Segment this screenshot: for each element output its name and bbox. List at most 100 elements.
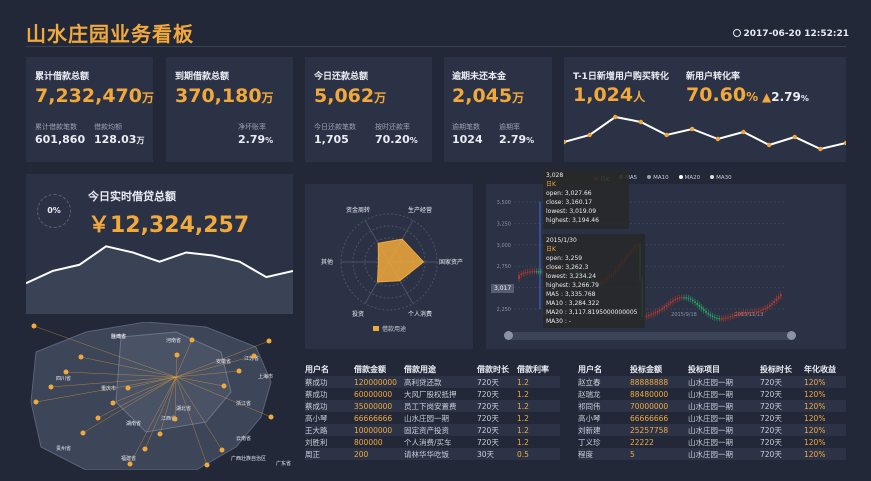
table-cell: 1.2 — [517, 425, 529, 435]
kline-legend-item[interactable]: MA10 — [647, 175, 669, 183]
table-cell: 10000000 — [354, 425, 393, 435]
kline-candle — [689, 298, 692, 300]
table-cell: 员工下岗安置费 — [404, 401, 457, 411]
table-row[interactable]: 高小琴 66666666 山水庄园一期 720天 120% — [578, 412, 846, 424]
kpi-label: 累计借款总额 — [35, 72, 90, 82]
table-row[interactable]: 刘胜利 800000 个人消费/买车 720天 1.2 — [305, 436, 560, 448]
table-cell: 720天 — [760, 389, 782, 399]
kline-candle — [771, 303, 773, 305]
conversion-trend-point — [587, 132, 592, 138]
kline-candle — [522, 272, 525, 274]
slider-handle-right[interactable] — [787, 331, 796, 340]
kline-candle — [714, 316, 716, 318]
kline-card: 3,5003,2503,0002,7502,5002,2502015/1/220… — [486, 169, 846, 349]
table-row[interactable]: 祁同伟 70000000 山水庄园一期 720天 120% — [578, 400, 846, 412]
radar-axis-label: 资金周转 — [346, 206, 370, 214]
kline-candle — [716, 317, 718, 319]
kpi-card-today-repay: 今日还款总额 5,062万 今日还款笔数 1,705 按时还款率 70.20% — [305, 57, 432, 162]
table-cell: 66666666 — [354, 413, 393, 423]
table-cell: 30天 — [477, 449, 495, 459]
table-cell: 个人消费/买车 — [404, 437, 452, 447]
table-cell: 1.2 — [517, 389, 529, 399]
radar-axis-label: 生产经营 — [408, 206, 432, 214]
kline-candle — [740, 313, 742, 315]
table-row[interactable]: 王大路 10000000 固定资产投资 720天 1.2 — [305, 424, 560, 436]
table-row[interactable]: 周正 200 请林华华吃饭 30天 0.5 — [305, 448, 560, 460]
table-row[interactable]: 赵瑞龙 88480000 山水庄园一期 720天 120% — [578, 388, 846, 400]
kline-candle — [758, 310, 760, 312]
kline-candle — [520, 273, 522, 275]
kpi-label: 逾期未还本金 — [452, 72, 507, 82]
kline-candle — [742, 312, 745, 314]
kline-candle — [751, 311, 753, 313]
table-cell: 88480000 — [630, 389, 669, 399]
kline-candle — [707, 312, 709, 315]
conversion-trend-point — [766, 142, 772, 148]
table-row[interactable]: 蔡成功 60000000 大风厂股权抵押 720天 1.2 — [305, 388, 560, 400]
kline-candle — [533, 271, 536, 273]
table-cell: 35000000 — [354, 401, 393, 411]
conversion-users-value: 1,024人 — [573, 84, 646, 106]
map-province-label: 四川省 — [56, 375, 71, 382]
map-province-label: 湖南省 — [126, 420, 141, 427]
table-row[interactable]: 刘新建 25257758 山水庄园一期 720天 120% — [578, 424, 846, 436]
kline-candle — [722, 318, 725, 320]
kline-candle — [674, 299, 676, 301]
kline-legend-item[interactable]: MA30 — [710, 175, 732, 183]
realtime-trend-chart — [26, 245, 293, 314]
map-province-label: 广西壮族自治区 — [231, 455, 266, 462]
kline-candle — [731, 315, 734, 317]
table-row[interactable]: 高小琴 66666666 山水庄园一期 720天 1.2 — [305, 412, 560, 424]
kline-legend-item[interactable]: MA20 — [678, 175, 700, 183]
kline-candle — [755, 311, 758, 313]
kpi-label: 今日还款总额 — [314, 72, 369, 82]
table-cell: 蔡成功 — [305, 401, 328, 411]
kpi-card-overdue: 逾期未还本金 2,045万 逾期笔数 1024 逾期率 2.79% — [444, 57, 552, 162]
kline-candle — [518, 275, 520, 279]
conversion-trend-chart — [564, 114, 846, 152]
kpi-sub-value: 1,705 — [314, 133, 349, 146]
table-cell: 200 — [354, 449, 369, 459]
kline-candle — [524, 272, 527, 274]
table-cell: 25257758 — [630, 425, 669, 435]
table-row[interactable]: 赵立春 88888888 山水庄园一期 720天 120% — [578, 376, 846, 388]
gauge-value: 0% — [47, 206, 61, 215]
table-row[interactable]: 丁义珍 22222 山水庄园一期 720天 120% — [578, 436, 846, 448]
kpi-value: 7,232,470万 — [35, 85, 154, 107]
kline-candle — [692, 299, 694, 302]
map-province-label: 福建省 — [121, 455, 136, 462]
table-row[interactable]: 蔡成功 120000000 高利贷还款 720天 1.2 — [305, 376, 560, 388]
conversion-trend-line — [564, 115, 846, 151]
kline-candle — [738, 313, 740, 315]
table-row[interactable]: 程度 5 山水庄园一期 720天 120% — [578, 448, 846, 460]
table-cell: 70000000 — [630, 401, 669, 411]
kpi-label: 到期借款总额 — [175, 72, 230, 82]
kpi-card-total-loans: 累计借款总额 7,232,470万 累计借款笔数 601,860 借款均额 12… — [26, 57, 154, 162]
table-cell: 固定资产投资 — [404, 425, 449, 435]
kpi-sub-label: 净坏账率 — [238, 123, 266, 131]
kpi-sub-label: 借款均额 — [94, 123, 122, 131]
conversion-trend-point — [843, 140, 846, 146]
kline-chart: 3,5003,2503,0002,7502,5002,2502015/1/220… — [497, 200, 786, 322]
table-cell: 120% — [804, 377, 826, 387]
kline-candle — [760, 310, 762, 312]
kpi-sub-label: 累计借款笔数 — [35, 123, 77, 131]
radar-card: 生产经营 国家资产 个人消费 投资 其他 资金周转 借款用途 — [305, 184, 473, 349]
realtime-card: 0% 今日实时借贷总额 ￥12,324,257 — [26, 174, 293, 314]
table-cell: 1.2 — [517, 377, 529, 387]
kline-zoom-slider[interactable] — [504, 331, 796, 340]
kline-candle — [531, 271, 533, 273]
kline-candle — [703, 308, 705, 311]
kline-candle — [749, 312, 751, 314]
table-header-cell: 借款用途 — [404, 364, 436, 374]
slider-handle-left[interactable] — [504, 331, 513, 340]
table-cell: 720天 — [477, 437, 499, 447]
kpi-value: 2,045万 — [452, 85, 525, 107]
kline-candle — [720, 318, 723, 320]
map-province-label: 湖北省 — [176, 405, 191, 412]
table-row[interactable]: 蔡成功 35000000 员工下岗安置费 720天 1.2 — [305, 400, 560, 412]
table-cell: 蔡成功 — [305, 377, 328, 387]
map-province-label: 浙江省 — [236, 400, 251, 407]
conversion-trend-point — [818, 146, 823, 152]
table-cell: 高小琴 — [305, 413, 328, 423]
